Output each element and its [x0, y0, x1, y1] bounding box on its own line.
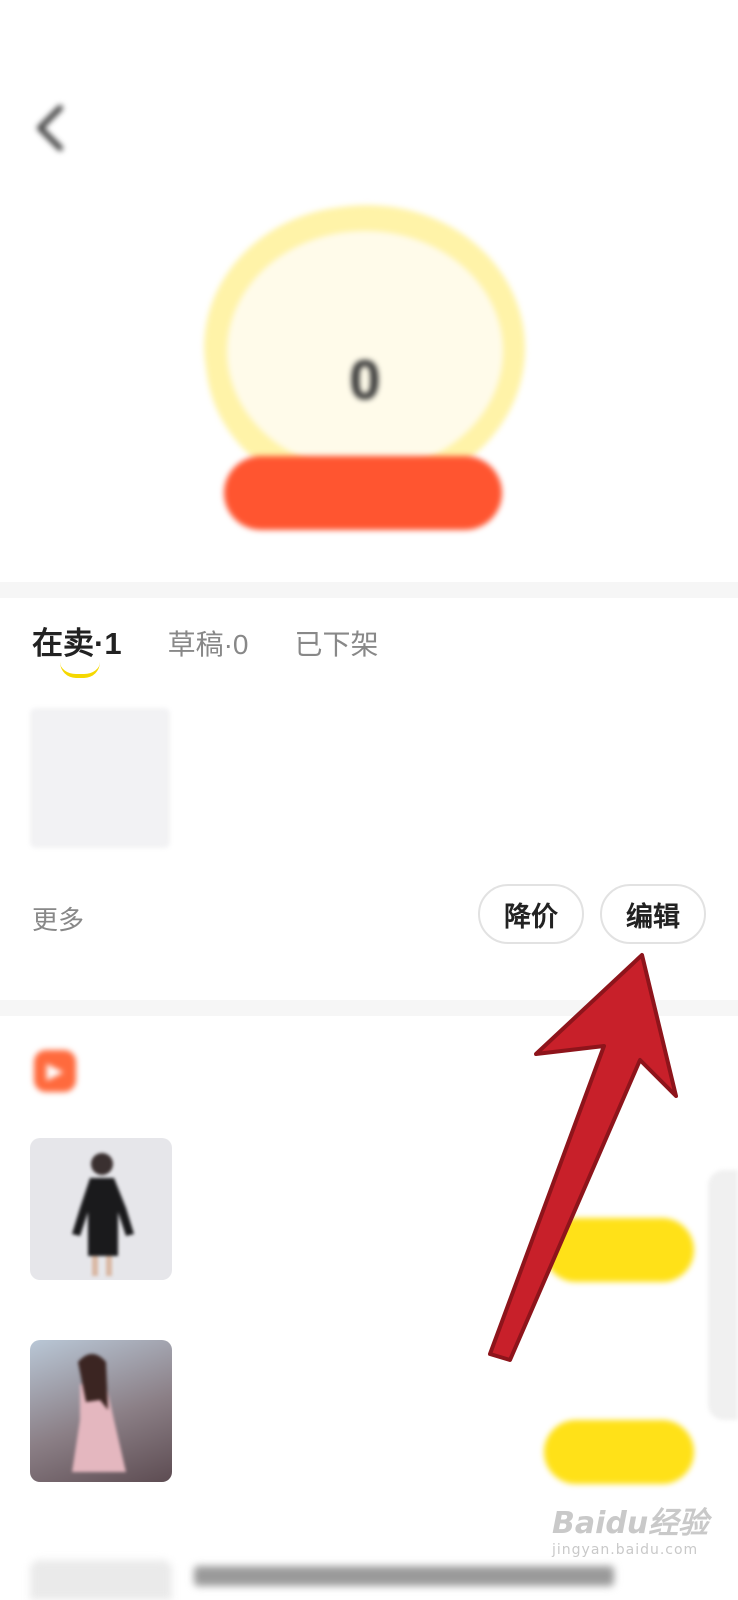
tab-on-sale[interactable]: 在卖·1 — [32, 618, 122, 663]
list-item[interactable] — [30, 1340, 720, 1485]
back-arrow-icon[interactable] — [30, 100, 70, 156]
tab-drafts[interactable]: 草稿·0 — [168, 623, 249, 663]
summary-action-button[interactable] — [224, 456, 502, 530]
selling-card: 在卖·1 草稿·0 已下架 更多 降价 编辑 — [0, 598, 738, 1000]
watermark-url: jingyan.baidu.com — [552, 1542, 699, 1558]
top-summary-section: 0 — [0, 0, 738, 582]
buy-button[interactable] — [544, 1218, 694, 1282]
product-photo — [30, 1138, 172, 1280]
product-thumbnail — [30, 708, 170, 848]
summary-count: 0 — [349, 348, 381, 411]
list-item[interactable] — [30, 1138, 720, 1283]
product-item[interactable] — [30, 708, 710, 848]
baidu-watermark: Baidu经验 jingyan.baidu.com — [552, 1498, 732, 1568]
more-button[interactable]: 更多 — [32, 900, 84, 937]
model-photo-icon — [72, 1354, 126, 1472]
product-photo — [30, 1340, 172, 1482]
edit-button[interactable]: 编辑 — [600, 884, 706, 944]
sales-summary-circle: 0 — [186, 184, 544, 516]
active-tab-indicator — [60, 662, 100, 678]
side-scroll-handle[interactable] — [708, 1170, 738, 1420]
watermark-brand: Baidu经验 — [552, 1506, 709, 1541]
status-tabs: 在卖·1 草稿·0 已下架 — [32, 618, 425, 678]
play-icon: ▶ — [34, 1050, 76, 1092]
reduce-price-button[interactable]: 降价 — [478, 884, 584, 944]
recommendation-header: ▶ — [34, 1050, 94, 1092]
status-bar — [248, 30, 698, 76]
tab-off-shelf[interactable]: 已下架 — [294, 623, 378, 663]
model-photo-icon — [72, 1153, 134, 1276]
buy-button[interactable] — [544, 1420, 694, 1484]
